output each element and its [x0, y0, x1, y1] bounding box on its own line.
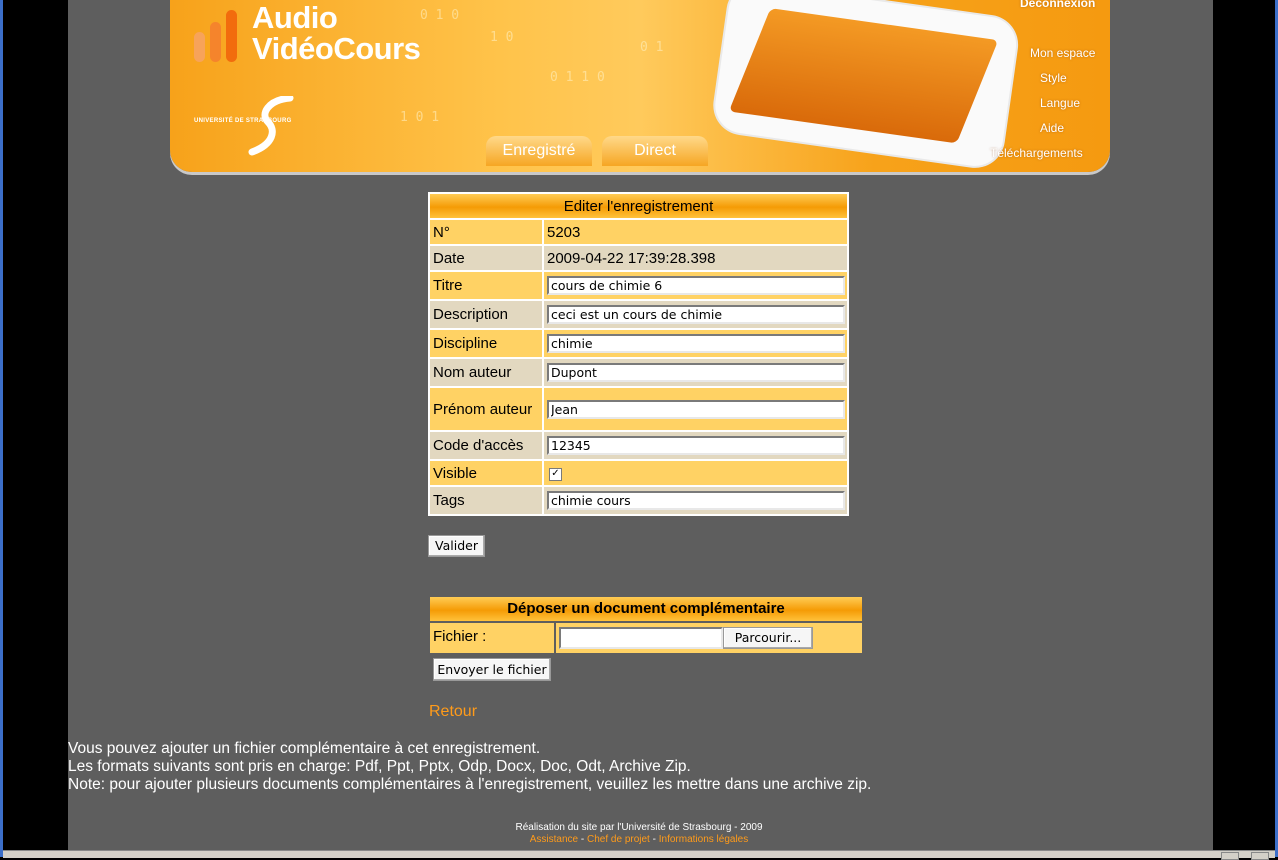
university-name: UNIVERSITÉ DE STRASBOURG	[194, 118, 292, 124]
status-bar-button[interactable]	[1221, 852, 1239, 860]
style-link[interactable]: Style	[1040, 71, 1067, 85]
logo-bars-icon	[194, 10, 244, 62]
status-bar-button[interactable]	[1251, 852, 1269, 860]
downloads-link[interactable]: Téléchargements	[990, 146, 1083, 160]
legal-info-link[interactable]: Informations légales	[659, 834, 749, 845]
label-access-code: Code d'accès	[430, 432, 542, 459]
author-lastname-input[interactable]	[547, 363, 845, 382]
info-line: Les formats suivants sont pris en charge…	[68, 758, 691, 775]
logo-line-2: VidéoCours	[252, 31, 421, 66]
visible-checkbox[interactable]: ✓	[549, 468, 562, 481]
university-logo: UNIVERSITÉ DE STRASBOURG	[194, 94, 334, 156]
footer-separator: -	[649, 834, 659, 845]
help-link[interactable]: Aide	[1040, 121, 1064, 135]
my-space-link[interactable]: Mon espace	[1030, 46, 1095, 60]
description-input[interactable]	[547, 305, 845, 324]
label-tags: Tags	[430, 487, 542, 514]
validate-button[interactable]: Valider	[428, 535, 485, 557]
label-title: Titre	[430, 272, 542, 299]
site-banner: 0 1 0 1 0 0 1 1 0 1 0 1 0 1 Audio VidéoC…	[170, 0, 1110, 172]
file-cell: Parcourir...	[556, 623, 862, 653]
label-discipline: Discipline	[430, 330, 542, 357]
browse-button[interactable]: Parcourir...	[723, 627, 813, 649]
file-path-input[interactable]	[559, 627, 723, 649]
info-text: Vous pouvez ajouter un fichier complémen…	[68, 740, 871, 794]
info-line: Note: pour ajouter plusieurs documents c…	[68, 776, 872, 793]
label-author-lastname: Nom auteur	[430, 359, 542, 386]
logout-link[interactable]: Déconnexion	[1020, 0, 1095, 10]
label-number: N°	[430, 220, 542, 244]
author-firstname-input[interactable]	[547, 399, 845, 419]
logo-line-1: Audio	[252, 0, 338, 35]
access-code-input[interactable]	[547, 436, 845, 455]
language-link[interactable]: Langue	[1040, 96, 1080, 110]
back-link[interactable]: Retour	[429, 703, 477, 721]
tags-input[interactable]	[547, 491, 845, 510]
footer-separator: -	[578, 834, 588, 845]
value-number: 5203	[544, 220, 847, 244]
tab-direct[interactable]: Direct	[602, 136, 708, 166]
edit-table-title: Editer l'enregistrement	[430, 194, 847, 218]
file-label: Fichier :	[430, 623, 554, 653]
label-description: Description	[430, 301, 542, 328]
upload-row: Fichier : Parcourir...	[430, 623, 862, 653]
label-date: Date	[430, 246, 542, 270]
window-border-left	[0, 0, 3, 857]
footer-credit: Réalisation du site par l'Université de …	[515, 822, 763, 833]
title-input[interactable]	[547, 276, 845, 295]
discipline-input[interactable]	[547, 334, 845, 353]
tab-enregistre[interactable]: Enregistré	[486, 136, 592, 166]
value-date: 2009-04-22 17:39:28.398	[544, 246, 847, 270]
assistance-link[interactable]: Assistance	[530, 834, 578, 845]
edit-recording-table: Editer l'enregistrement N° 5203 Date 200…	[428, 192, 849, 516]
university-swoosh-icon	[248, 94, 294, 156]
footer: Réalisation du site par l'Université de …	[0, 822, 1278, 846]
label-visible: Visible	[430, 461, 542, 485]
site-logo[interactable]: Audio VidéoCours	[252, 0, 421, 66]
info-line: Vous pouvez ajouter un fichier complémen…	[68, 740, 541, 757]
project-lead-link[interactable]: Chef de projet	[587, 834, 650, 845]
send-file-button[interactable]: Envoyer le fichier	[433, 658, 551, 681]
label-author-firstname: Prénom auteur	[430, 388, 542, 430]
upload-title: Déposer un document complémentaire	[430, 597, 862, 621]
device-illustration	[689, 0, 1041, 172]
